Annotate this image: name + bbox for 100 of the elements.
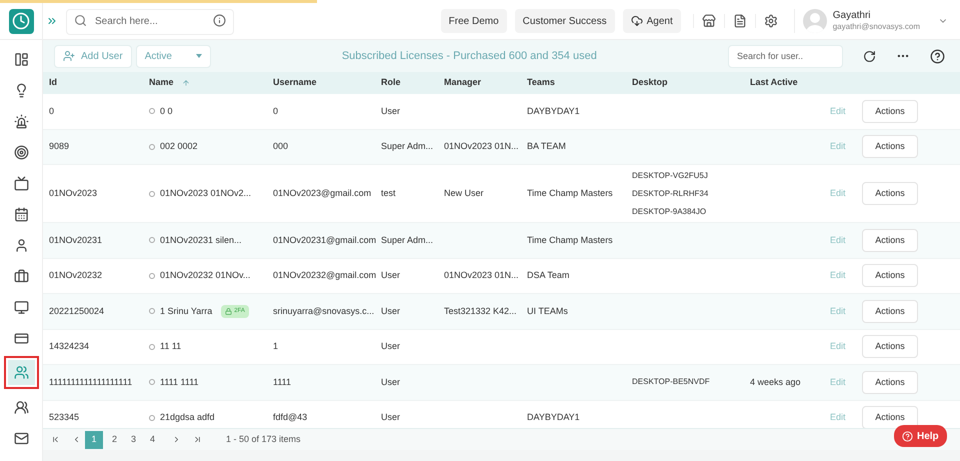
column-header[interactable]: Name [149, 76, 190, 90]
team-icon [14, 400, 28, 414]
table-cell: Time Champ Masters [527, 188, 613, 198]
target-icon [14, 144, 28, 160]
table-cell: 01NOv20231@gmail.com [273, 234, 376, 244]
table-cell-text: 01NOv20231 silen... [160, 234, 242, 246]
lock-icon [225, 308, 232, 315]
calendar-icon [14, 206, 28, 222]
expand-icon [46, 15, 58, 27]
table-cell: 01NOv20232@gmail.com [273, 270, 376, 280]
search-field[interactable]: Search here... [66, 8, 234, 34]
page-button[interactable]: 2 [107, 430, 122, 448]
table-cell-text: 1 Srinu Yarra [160, 304, 212, 318]
table-cell: 01NOv2023@gmail.com [273, 188, 372, 198]
table-cell-text: 20221250024 [49, 304, 106, 318]
actions-button[interactable]: Actions [862, 135, 918, 158]
table-cell: New User [444, 188, 484, 198]
table-cell-text: 01NOv2023 01NOv2... [160, 186, 252, 200]
table-cell-text: DESKTOP-RLRHF34 [632, 188, 710, 200]
table-cell: User [381, 306, 400, 316]
table-cell-text: 0 [49, 104, 56, 118]
table-cell: Test321332 K42... [444, 306, 517, 316]
table-cell: 01NOv2023 01N... [444, 270, 519, 280]
first-page-icon[interactable] [51, 435, 60, 444]
monitor-icon [14, 300, 28, 314]
actions-button[interactable]: Actions [862, 406, 918, 428]
table-cell: 1111 [273, 376, 292, 386]
dashboard-icon [14, 52, 28, 66]
table-cell-text: 01NOv20231 [49, 234, 104, 246]
pagination-summary: 1 - 50 of 173 items [226, 432, 301, 446]
tv-icon [14, 176, 28, 190]
table-cell-text: 1111 1111 [160, 376, 199, 388]
table-cell-text: 01NOv20232 [49, 269, 104, 282]
caret-icon [196, 54, 202, 58]
table-cell: 0 [273, 106, 278, 116]
table-cell-text: 01NOv20232 01NOv... [160, 269, 250, 282]
table-cell-text: 9089 [49, 140, 70, 153]
table-cell-text: DESKTOP-BE5NVDF [632, 376, 711, 388]
table-cell: fdfd@43 [273, 412, 308, 422]
actions-button[interactable]: Actions [862, 100, 918, 123]
table-cell: User [381, 376, 400, 386]
table-cell-text: DESKTOP-9A384JO [632, 206, 708, 218]
header-button[interactable]: Agent [622, 9, 681, 33]
sort-arrow-icon [182, 79, 190, 87]
sidebar-item[interactable] [4, 356, 38, 389]
header-button[interactable]: Customer Success [514, 9, 615, 33]
column-header[interactable]: Id [49, 76, 57, 90]
column-header[interactable]: Last Active [750, 76, 798, 90]
alarm-icon [14, 114, 28, 128]
column-header[interactable]: Manager [444, 76, 482, 90]
user-search-field[interactable]: Search for user.. [728, 44, 843, 68]
column-header[interactable]: Teams [527, 76, 555, 90]
help-icon [902, 430, 913, 442]
table-cell: Super Adm... [381, 234, 434, 244]
search-icon [74, 14, 87, 27]
previous-page-icon[interactable] [72, 435, 81, 444]
actions-button[interactable]: Actions [862, 264, 918, 288]
table-cell: 000 [273, 141, 288, 151]
page-button[interactable]: 4 [145, 430, 160, 448]
actions-button[interactable]: Actions [862, 300, 918, 323]
actions-button[interactable]: Actions [862, 370, 918, 394]
table-cell: DAYBYDAY1 [527, 412, 580, 422]
help-button[interactable]: Help [894, 425, 947, 447]
last-page-icon[interactable] [193, 435, 202, 444]
table-cell-text: 002 0002 [160, 140, 198, 153]
actions-button[interactable]: Actions [862, 335, 918, 358]
next-page-icon[interactable] [172, 435, 181, 444]
table-cell: 1 [273, 341, 278, 351]
table-cell: 01NOv2023 01N... [444, 141, 519, 151]
user-icon [14, 238, 28, 252]
license-info: Subscribed Licenses - Purchased 600 and 354 used [340, 48, 598, 64]
user-name: Gayathri [832, 10, 872, 22]
app-logo[interactable] [8, 8, 34, 34]
table-cell: Super Adm... [381, 141, 434, 151]
table-cell: test [381, 188, 396, 198]
card-icon [14, 330, 28, 346]
add-user-icon [63, 50, 75, 62]
table-cell-text: 01NOv2023 [49, 186, 98, 200]
actions-button[interactable]: Actions [862, 228, 918, 252]
cloud-icon [630, 15, 643, 27]
info-icon [213, 14, 226, 27]
table-cell: 4 weeks ago [750, 376, 801, 386]
table-cell-text: DESKTOP-VG2FU5J [632, 170, 709, 182]
table-cell-text: 523345 [49, 411, 80, 424]
table-cell-text: 1111111111111111111 [49, 376, 134, 388]
page-button[interactable]: 3 [126, 430, 141, 448]
table-cell: User [381, 341, 400, 351]
column-header[interactable]: Username [273, 76, 317, 90]
actions-button[interactable]: Actions [862, 182, 918, 205]
table-cell-text: 21dgdsa adfd [160, 411, 215, 424]
table-cell: UI TEAMs [527, 306, 568, 316]
table-cell: DAYBYDAY1 [527, 106, 580, 116]
header-button[interactable]: Free Demo [440, 9, 507, 33]
table-cell: DSA Team [527, 270, 570, 280]
user-email: gayathri@snovasys.com [832, 22, 920, 32]
table-cell-text: 11 11 [160, 340, 182, 353]
table-cell: User [381, 412, 400, 422]
column-header[interactable]: Role [381, 76, 401, 90]
mail-icon [14, 430, 28, 446]
column-header[interactable]: Desktop [632, 76, 668, 90]
